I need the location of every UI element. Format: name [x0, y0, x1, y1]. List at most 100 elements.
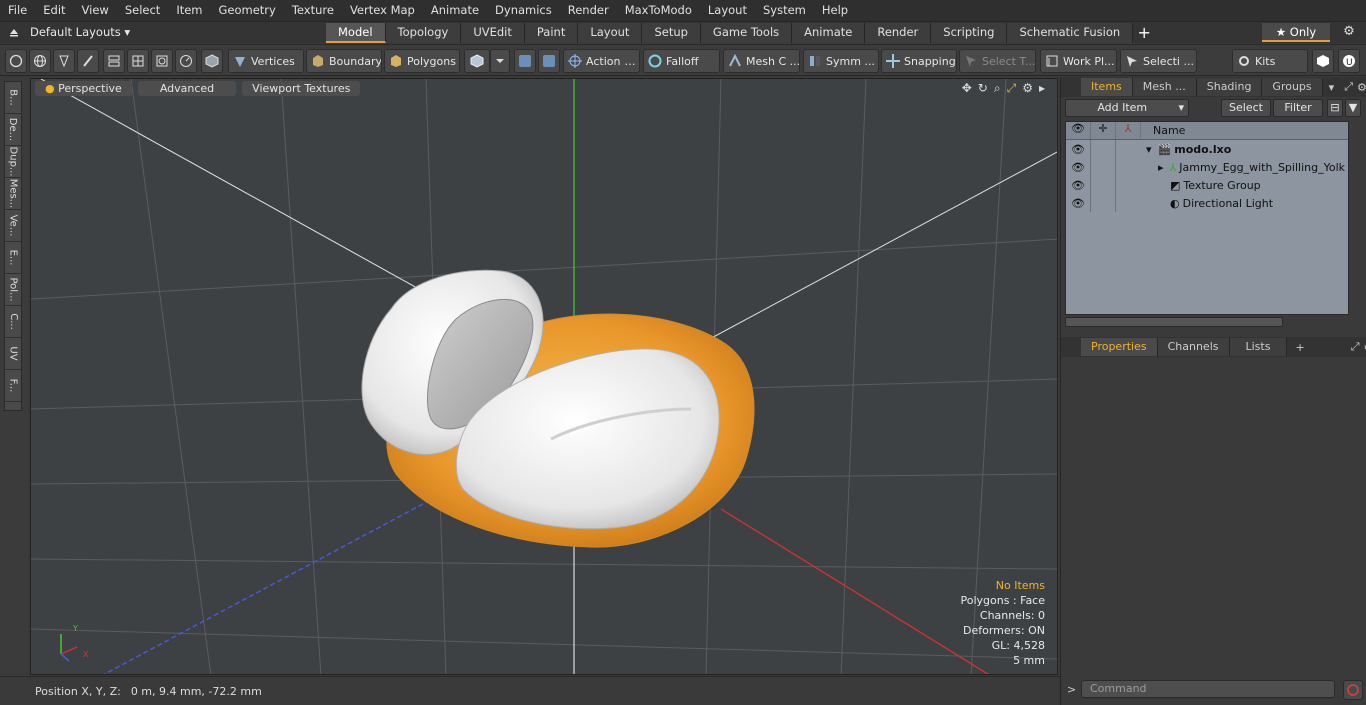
left-tab-vertex[interactable]: Ve...: [5, 210, 21, 242]
item-mode-icon[interactable]: [464, 49, 490, 73]
tab-lists[interactable]: Lists: [1229, 338, 1288, 356]
tab-mesh[interactable]: Mesh ...: [1132, 78, 1197, 96]
menu-texture[interactable]: Texture: [284, 0, 342, 21]
tab-model[interactable]: Model: [326, 23, 386, 43]
viewport-textures-button[interactable]: Viewport Textures: [242, 81, 361, 96]
tab-scripting[interactable]: Scripting: [931, 23, 1008, 43]
menu-edit[interactable]: Edit: [35, 0, 73, 21]
tab-shading[interactable]: Shading: [1196, 78, 1263, 96]
rotate-view-icon[interactable]: ↻: [978, 81, 988, 96]
collapse-up-icon[interactable]: [8, 26, 20, 38]
tree-row[interactable]: 👁 ◩ Texture Group: [1066, 176, 1348, 194]
tab-topology[interactable]: Topology: [385, 23, 462, 43]
tab-schematic-fusion[interactable]: Schematic Fusion: [1007, 23, 1134, 43]
maximize-icon[interactable]: ⤢: [1007, 81, 1017, 96]
collapse-icon[interactable]: ⊟: [1327, 99, 1343, 117]
tab-paint[interactable]: Paint: [524, 23, 579, 43]
frame-icon[interactable]: [151, 49, 173, 73]
menu-geometry[interactable]: Geometry: [211, 0, 284, 21]
select-through-button[interactable]: Select T...: [959, 49, 1036, 73]
tab-setup[interactable]: Setup: [642, 23, 701, 43]
align-icon[interactable]: [103, 49, 125, 73]
panel-gear-icon[interactable]: ⚙: [1357, 81, 1366, 94]
eye-icon[interactable]: 👁: [1066, 179, 1090, 192]
eye-icon[interactable]: 👁: [1066, 161, 1090, 174]
menu-render[interactable]: Render: [560, 0, 617, 21]
tab-game-tools[interactable]: Game Tools: [700, 23, 793, 43]
pen-icon[interactable]: [53, 49, 75, 73]
work-plane-button[interactable]: Work Pl...: [1040, 49, 1117, 73]
menu-maxtomodo[interactable]: MaxToModo: [617, 0, 700, 21]
selection-sets-button[interactable]: Selecti ...: [1120, 49, 1197, 73]
falloff-button[interactable]: Falloff: [643, 49, 720, 73]
menu-view[interactable]: View: [74, 0, 117, 21]
left-tab-polygon[interactable]: Pol...: [5, 274, 21, 306]
left-tab-curve[interactable]: C...: [5, 306, 21, 338]
left-tab-uv[interactable]: UV: [5, 338, 21, 370]
clock-icon[interactable]: [175, 49, 197, 73]
menu-item[interactable]: Item: [168, 0, 210, 21]
polygons-button[interactable]: Polygons: [384, 49, 460, 73]
symmetry-right-icon[interactable]: [538, 49, 560, 73]
tab-uvedit[interactable]: UVEdit: [461, 23, 525, 43]
left-tab-deform[interactable]: De...: [5, 114, 21, 146]
perspective-button[interactable]: ● Perspective: [35, 81, 132, 96]
menu-dynamics[interactable]: Dynamics: [487, 0, 560, 21]
left-tab-edge[interactable]: E...: [5, 242, 21, 274]
left-tab-fusion[interactable]: F...: [5, 370, 21, 402]
tab-layout[interactable]: Layout: [578, 23, 643, 43]
tree-row[interactable]: 👁 ◐ Directional Light: [1066, 194, 1348, 212]
advanced-button[interactable]: Advanced: [137, 81, 237, 96]
eye-icon[interactable]: 👁: [1066, 143, 1090, 156]
add-tab-button[interactable]: +: [1133, 23, 1155, 43]
left-tab-basic[interactable]: B...: [5, 82, 21, 114]
menu-file[interactable]: File: [0, 0, 35, 21]
tab-properties[interactable]: Properties: [1081, 338, 1158, 356]
grid-icon[interactable]: [127, 49, 149, 73]
tab-channels[interactable]: Channels: [1157, 338, 1230, 356]
name-column-header[interactable]: Name: [1140, 122, 1185, 139]
tab-groups[interactable]: Groups: [1262, 78, 1323, 96]
tab-items[interactable]: Items: [1081, 78, 1133, 96]
gear-icon[interactable]: ⚙: [1340, 24, 1358, 42]
menu-select[interactable]: Select: [117, 0, 168, 21]
kits-button[interactable]: Kits: [1232, 49, 1308, 73]
chevron-down-icon[interactable]: [490, 49, 510, 73]
tree-scrollbar[interactable]: [1065, 317, 1283, 327]
filter-button[interactable]: Filter: [1273, 99, 1323, 117]
viewport-arrow-icon[interactable]: ▸: [1039, 81, 1045, 96]
panel-expand-icon[interactable]: ⤢: [1344, 80, 1353, 94]
brush-icon[interactable]: [77, 49, 99, 73]
unreal-icon[interactable]: U: [1338, 49, 1360, 73]
props-expand-icon[interactable]: ⤢: [1351, 340, 1360, 354]
record-icon[interactable]: [1343, 680, 1363, 700]
eye-icon[interactable]: 👁: [1066, 197, 1090, 210]
tab-animate[interactable]: Animate: [792, 23, 866, 43]
unity-icon[interactable]: [1312, 49, 1334, 73]
symmetry-left-icon[interactable]: [514, 49, 536, 73]
only-button[interactable]: ★ Only: [1262, 23, 1330, 42]
snapping-button[interactable]: Snapping: [881, 49, 957, 73]
menu-layout[interactable]: Layout: [700, 0, 755, 21]
tree-row[interactable]: 👁 ▾ 🎬 modo.lxo: [1066, 140, 1348, 158]
menu-vertex-map[interactable]: Vertex Map: [342, 0, 423, 21]
action-button[interactable]: Action…: [563, 49, 640, 73]
globe-icon[interactable]: [29, 49, 51, 73]
expand-arrow-icon[interactable]: ▾: [1140, 143, 1152, 156]
cube-icon[interactable]: [201, 49, 223, 73]
move-view-icon[interactable]: ✥: [962, 81, 972, 96]
boundary-button[interactable]: Boundary: [306, 49, 382, 73]
layout-selector[interactable]: Default Layouts ▾: [8, 25, 130, 39]
tab-render[interactable]: Render: [865, 23, 932, 43]
add-props-tab-button[interactable]: +: [1295, 341, 1304, 354]
viewport-gear-icon[interactable]: ⚙: [1022, 81, 1033, 96]
zoom-view-icon[interactable]: ⌕: [994, 81, 1001, 96]
command-input[interactable]: Command: [1081, 680, 1335, 698]
panel-dropdown-icon[interactable]: ▾: [1329, 81, 1335, 94]
select-button[interactable]: Select: [1221, 99, 1271, 117]
3d-viewport[interactable]: Y X ● Perspective Advanced Viewport Text…: [30, 78, 1058, 675]
symmetry-button[interactable]: Symm ...: [803, 49, 879, 73]
layout-selector-label[interactable]: Default Layouts ▾: [30, 25, 130, 39]
left-tab-duplicate[interactable]: Dup...: [5, 146, 21, 178]
mesh-constraint-button[interactable]: Mesh C ...: [723, 49, 800, 73]
